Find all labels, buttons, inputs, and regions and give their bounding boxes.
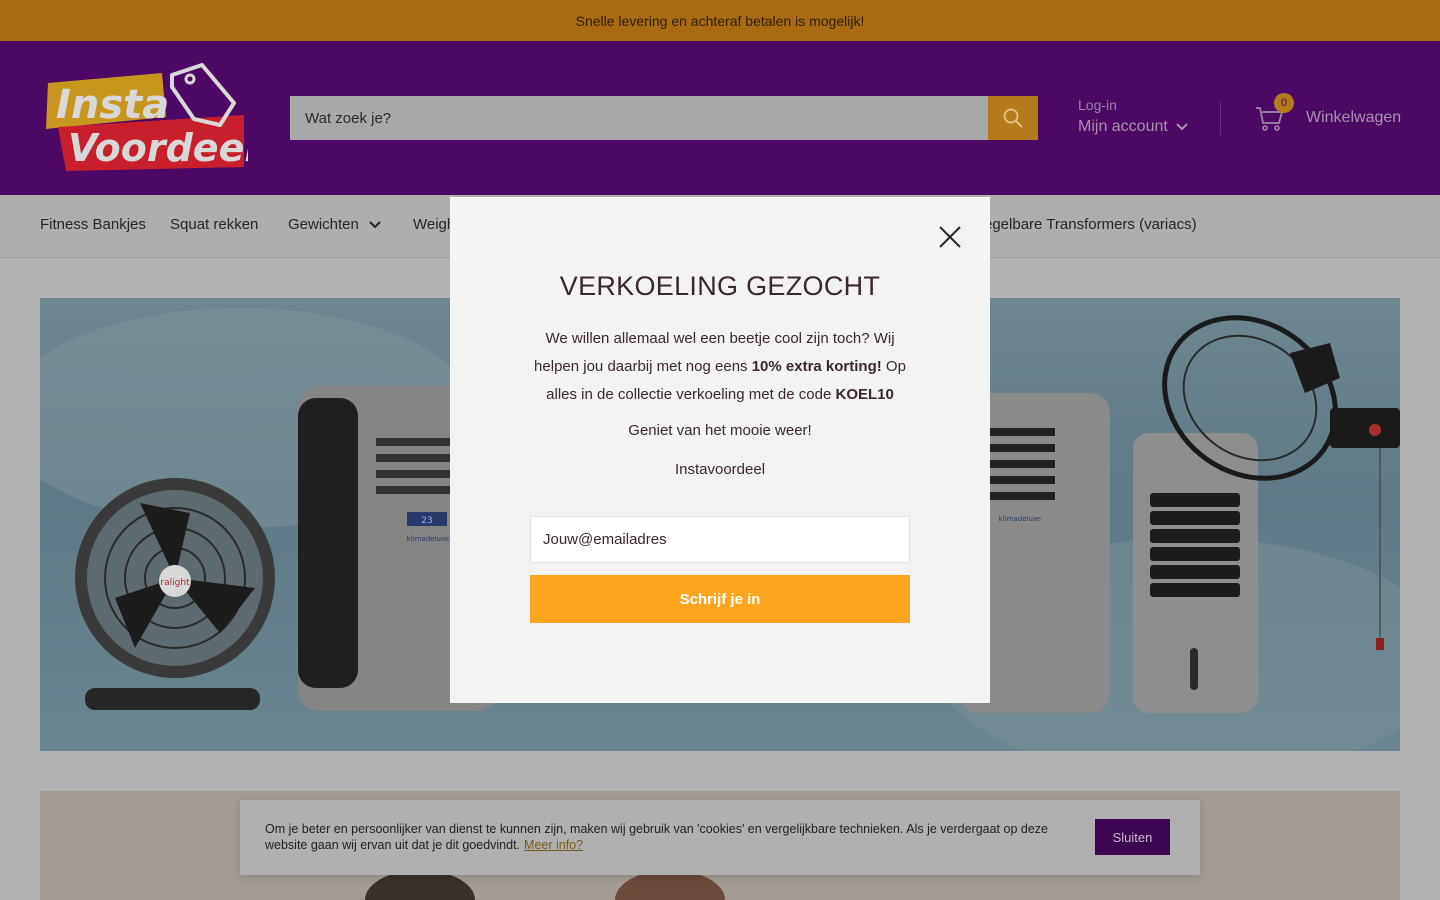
site-logo[interactable]: Insta Voordeel (44, 63, 258, 173)
search-bar: Wat zoek je? (290, 96, 1038, 140)
modal-discount-code: KOEL10 (835, 386, 894, 403)
nav-item-fitness-bankjes[interactable]: Fitness Bankjes (40, 216, 146, 233)
nav-item-transformers[interactable]: egelbare Transformers (variacs) (984, 216, 1197, 233)
login-label[interactable]: Log-in (1078, 97, 1188, 113)
email-input[interactable]: Jouw@emailadres (530, 516, 910, 563)
site-header: Insta Voordeel Wat zoek je? Log-in Mijn … (0, 41, 1440, 195)
cookie-message: Om je beter en persoonlijker van dienst … (265, 822, 1048, 852)
nav-item-label: Gewichten (288, 216, 359, 233)
announcement-text: Snelle levering en achteraf betalen is m… (575, 12, 865, 29)
account-menu[interactable]: Log-in Mijn account (1078, 97, 1188, 136)
nav-item-gewichten[interactable]: Gewichten (288, 216, 381, 233)
search-button[interactable] (988, 96, 1038, 140)
airco-display: 23 (421, 516, 432, 526)
airco-brand-right: klimadeluxe (999, 515, 1041, 523)
cookie-more-info-link[interactable]: Meer info? (524, 838, 583, 852)
search-icon (1003, 108, 1023, 128)
nav-item-squat-rekken[interactable]: Squat rekken (170, 216, 258, 233)
chevron-down-icon (1176, 123, 1188, 131)
cookie-close-button[interactable]: Sluiten (1095, 819, 1170, 855)
close-icon (939, 226, 961, 248)
cart-label: Winkelwagen (1306, 109, 1402, 126)
nav-item-label: Weigh (413, 216, 456, 233)
modal-title: VERKOELING GEZOCHT (559, 271, 881, 301)
nav-item-label: egelbare Transformers (variacs) (984, 216, 1197, 233)
modal-weather-line: Geniet van het mooie weer! (628, 422, 812, 439)
email-placeholder: Jouw@emailadres (543, 531, 667, 548)
newsletter-modal: VERKOELING GEZOCHT We willen allemaal we… (450, 197, 990, 703)
close-modal-button[interactable] (936, 223, 964, 251)
modal-signature: Instavoordeel (674, 461, 766, 478)
search-input[interactable]: Wat zoek je? (290, 96, 988, 140)
nav-item-weigh[interactable]: Weigh (413, 216, 455, 233)
cart-icon-wrap: 0 (1254, 93, 1294, 133)
cart-link[interactable]: 0 Winkelwagen (1254, 93, 1402, 133)
announcement-bar: Snelle levering en achteraf betalen is m… (0, 0, 1440, 41)
logo-text-bottom: Voordeel (68, 126, 248, 170)
search-placeholder: Wat zoek je? (305, 109, 392, 127)
cookie-text: Om je beter en persoonlijker van dienst … (265, 821, 1065, 853)
modal-body-discount: 10% extra korting! (751, 358, 882, 375)
my-account-toggle[interactable]: Mijn account (1078, 118, 1188, 136)
chevron-down-icon (369, 220, 381, 228)
modal-description: We willen allemaal wel een beetje cool z… (526, 325, 914, 409)
nav-item-label: Squat rekken (170, 216, 259, 233)
nav-item-label: Fitness Bankjes (40, 216, 146, 233)
header-divider (1220, 101, 1221, 135)
airco-brand-left: klimadeluxe (407, 535, 449, 543)
subscribe-label: Schrijf je in (679, 590, 761, 608)
cookie-banner: Om je beter en persoonlijker van dienst … (240, 800, 1200, 875)
cart-count-badge: 0 (1274, 93, 1294, 113)
cookie-close-label: Sluiten (1112, 829, 1153, 845)
floor-fan-image: ralight (75, 478, 275, 710)
my-account-label: Mijn account (1078, 118, 1168, 135)
fan-brand-label: ralight (160, 578, 190, 588)
logo-graphic: Insta Voordeel (46, 63, 258, 171)
logo-text-top: Insta (56, 82, 169, 128)
subscribe-button[interactable]: Schrijf je in (530, 575, 910, 623)
